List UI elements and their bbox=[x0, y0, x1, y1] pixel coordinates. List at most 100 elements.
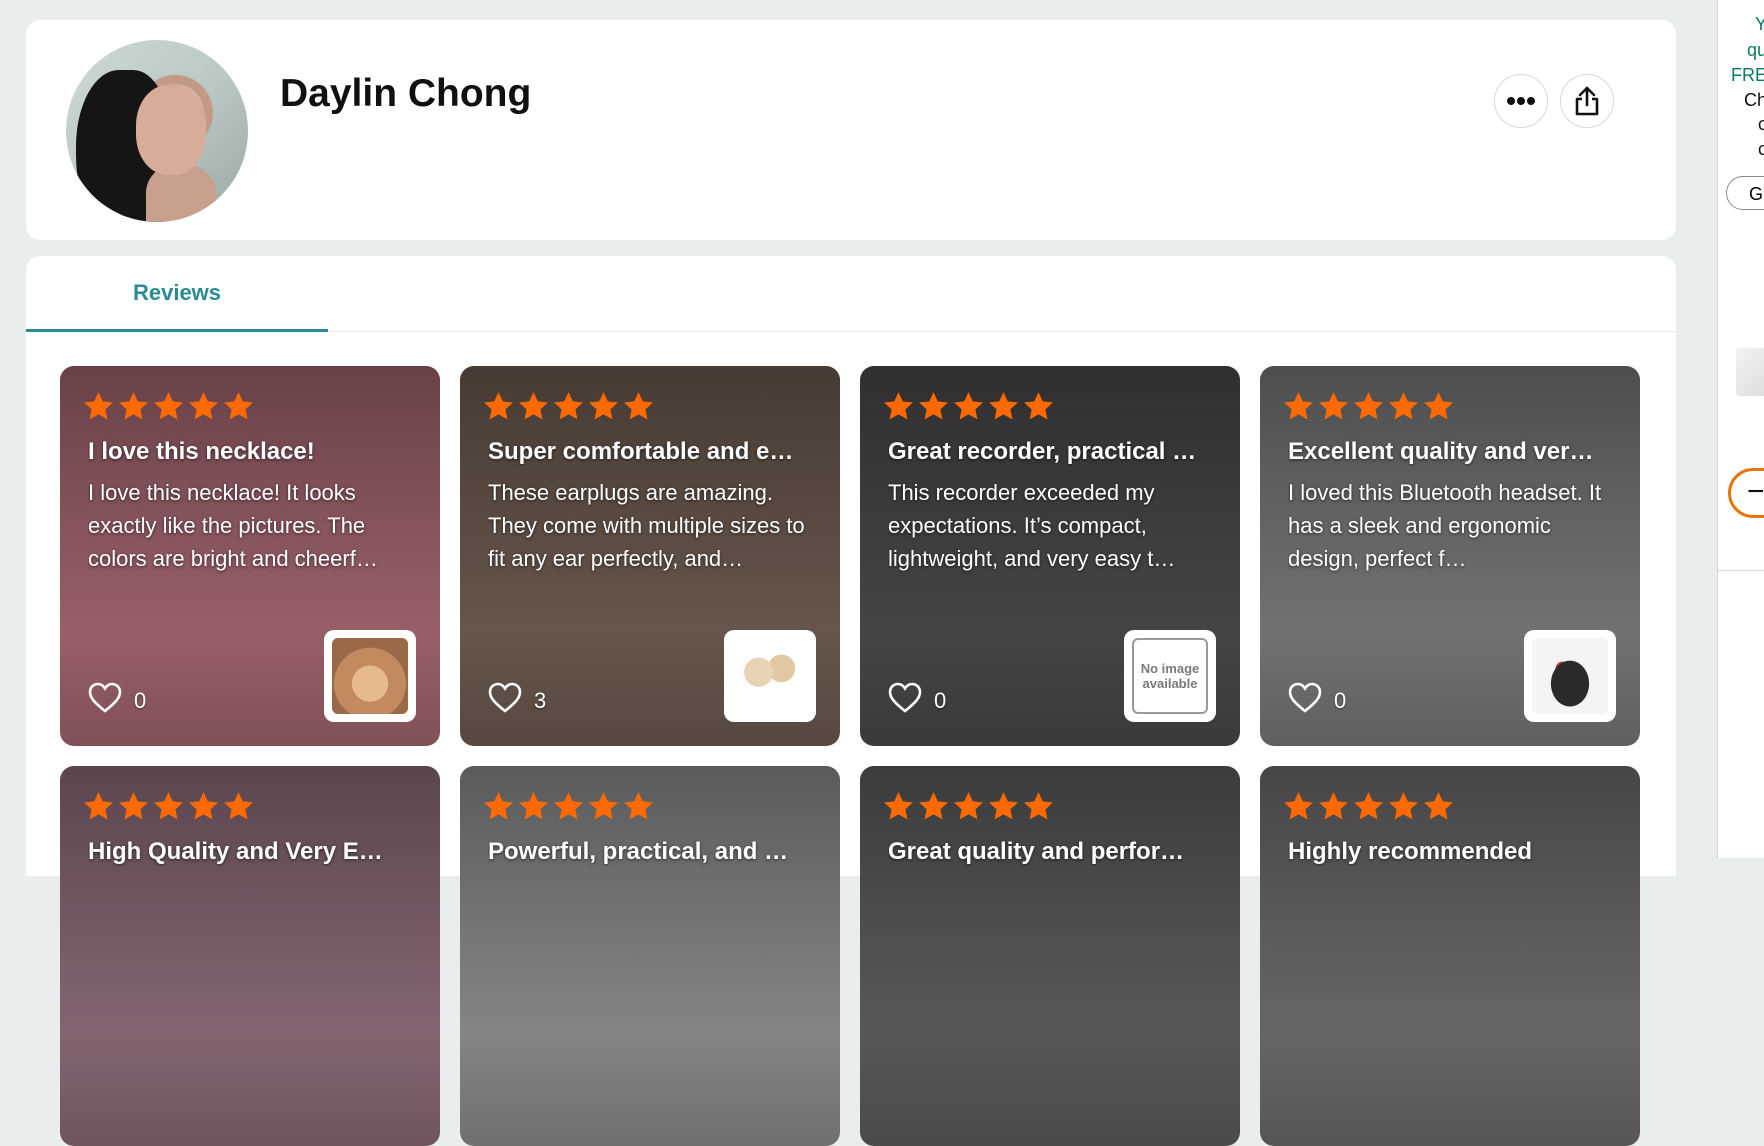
star-icon bbox=[1284, 792, 1313, 820]
star-icon bbox=[624, 392, 653, 420]
star-icon bbox=[884, 392, 913, 420]
star-icon bbox=[1284, 392, 1313, 420]
star-icon bbox=[154, 392, 183, 420]
review-body: These earplugs are amazing. They come wi… bbox=[488, 480, 805, 571]
rating-stars bbox=[482, 390, 655, 423]
review-title: Highly recommended bbox=[1288, 838, 1533, 865]
share-icon bbox=[1575, 86, 1599, 116]
earplugs-product-image bbox=[732, 638, 808, 714]
star-icon bbox=[1024, 392, 1053, 420]
star-icon bbox=[84, 792, 113, 820]
product-thumbnail[interactable] bbox=[324, 630, 416, 722]
avatar-face bbox=[136, 85, 206, 175]
no-image-text: No image available bbox=[1140, 661, 1200, 691]
rating-stars bbox=[1282, 390, 1455, 423]
star-icon bbox=[589, 792, 618, 820]
review-title: Powerful, practical, and … bbox=[488, 838, 789, 865]
no-image-placeholder: No image available bbox=[1132, 638, 1208, 714]
star-icon bbox=[919, 392, 948, 420]
star-icon bbox=[1354, 392, 1383, 420]
more-options-button[interactable] bbox=[1494, 74, 1548, 128]
star-icon bbox=[884, 792, 913, 820]
tile-shade bbox=[860, 766, 1240, 1146]
star-icon bbox=[989, 392, 1018, 420]
product-thumbnail[interactable] bbox=[724, 630, 816, 722]
star-icon bbox=[519, 392, 548, 420]
review-title: Great quality and perfor… bbox=[888, 838, 1185, 865]
tile-shade bbox=[1260, 766, 1640, 1146]
more-dots-icon bbox=[1507, 97, 1535, 105]
likes: 3 bbox=[488, 682, 546, 719]
star-icon bbox=[484, 792, 513, 820]
like-count: 0 bbox=[134, 687, 147, 713]
product-thumbnail[interactable]: No image available bbox=[1124, 630, 1216, 722]
review-tile[interactable]: Great quality and perfor… bbox=[860, 766, 1240, 1146]
tab-reviews[interactable]: Reviews bbox=[26, 256, 328, 332]
rail-text: qu bbox=[1746, 40, 1764, 60]
star-icon bbox=[1389, 792, 1418, 820]
star-icon bbox=[154, 792, 183, 820]
profile-avatar[interactable] bbox=[66, 40, 248, 222]
rail-text: FRE bbox=[1731, 65, 1764, 85]
rail-text: Ch bbox=[1743, 90, 1764, 110]
heart-icon[interactable] bbox=[1288, 682, 1322, 719]
rail-text: c bbox=[1758, 114, 1764, 135]
review-tile[interactable]: I love this necklace! I love this neckla… bbox=[60, 366, 440, 746]
star-icon bbox=[1424, 792, 1453, 820]
likes: 0 bbox=[88, 682, 146, 719]
review-tile[interactable]: High Quality and Very E… bbox=[60, 766, 440, 1146]
review-tile[interactable]: Excellent quality and ver… I loved this … bbox=[1260, 366, 1640, 746]
rail-divider bbox=[1718, 570, 1764, 571]
star-icon bbox=[554, 392, 583, 420]
tile-shade bbox=[460, 766, 840, 1146]
review-tile[interactable]: Super comfortable and e… These earplugs … bbox=[460, 366, 840, 746]
rail-action-button[interactable]: G bbox=[1726, 176, 1764, 210]
star-icon bbox=[1354, 792, 1383, 820]
review-title: Excellent quality and ver… bbox=[1288, 438, 1594, 465]
star-icon bbox=[1389, 392, 1418, 420]
star-icon bbox=[189, 792, 218, 820]
review-tile[interactable]: Great recorder, practical … This recorde… bbox=[860, 366, 1240, 746]
star-icon bbox=[519, 792, 548, 820]
heart-icon[interactable] bbox=[88, 682, 122, 719]
star-icon bbox=[224, 392, 253, 420]
review-title: High Quality and Very E… bbox=[88, 838, 383, 865]
review-tile[interactable]: Highly recommended bbox=[1260, 766, 1640, 1146]
star-icon bbox=[589, 392, 618, 420]
heart-icon[interactable] bbox=[488, 682, 522, 719]
quantity-stepper[interactable]: − bbox=[1728, 468, 1764, 518]
star-icon bbox=[919, 792, 948, 820]
rating-stars bbox=[882, 790, 1055, 823]
star-icon bbox=[484, 392, 513, 420]
review-title: Super comfortable and e… bbox=[488, 438, 794, 465]
rating-stars bbox=[882, 390, 1055, 423]
like-count: 0 bbox=[934, 687, 947, 713]
star-icon bbox=[954, 392, 983, 420]
likes: 0 bbox=[888, 682, 946, 719]
rating-stars bbox=[82, 790, 255, 823]
star-icon bbox=[1319, 392, 1348, 420]
star-icon bbox=[989, 792, 1018, 820]
review-tile[interactable]: Powerful, practical, and … bbox=[460, 766, 840, 1146]
star-icon bbox=[84, 392, 113, 420]
profile-card: Daylin Chong bbox=[26, 20, 1676, 240]
review-body: I love this necklace! It looks exactly l… bbox=[88, 480, 378, 571]
like-count: 3 bbox=[534, 687, 547, 713]
rating-stars bbox=[1282, 790, 1455, 823]
rail-product-image[interactable] bbox=[1736, 348, 1764, 396]
star-icon bbox=[1424, 392, 1453, 420]
product-thumbnail[interactable] bbox=[1524, 630, 1616, 722]
likes: 0 bbox=[1288, 682, 1346, 719]
star-icon bbox=[1024, 792, 1053, 820]
like-count: 0 bbox=[1334, 687, 1347, 713]
rail-text: Y bbox=[1755, 14, 1764, 35]
review-body: I loved this Bluetooth headset. It has a… bbox=[1288, 480, 1602, 571]
star-icon bbox=[119, 392, 148, 420]
share-button[interactable] bbox=[1560, 74, 1614, 128]
right-rail: Y qu FRE Ch c c G − bbox=[1717, 0, 1764, 858]
star-icon bbox=[1319, 792, 1348, 820]
star-icon bbox=[624, 792, 653, 820]
rating-stars bbox=[482, 790, 655, 823]
heart-icon[interactable] bbox=[888, 682, 922, 719]
rating-stars bbox=[82, 390, 255, 423]
